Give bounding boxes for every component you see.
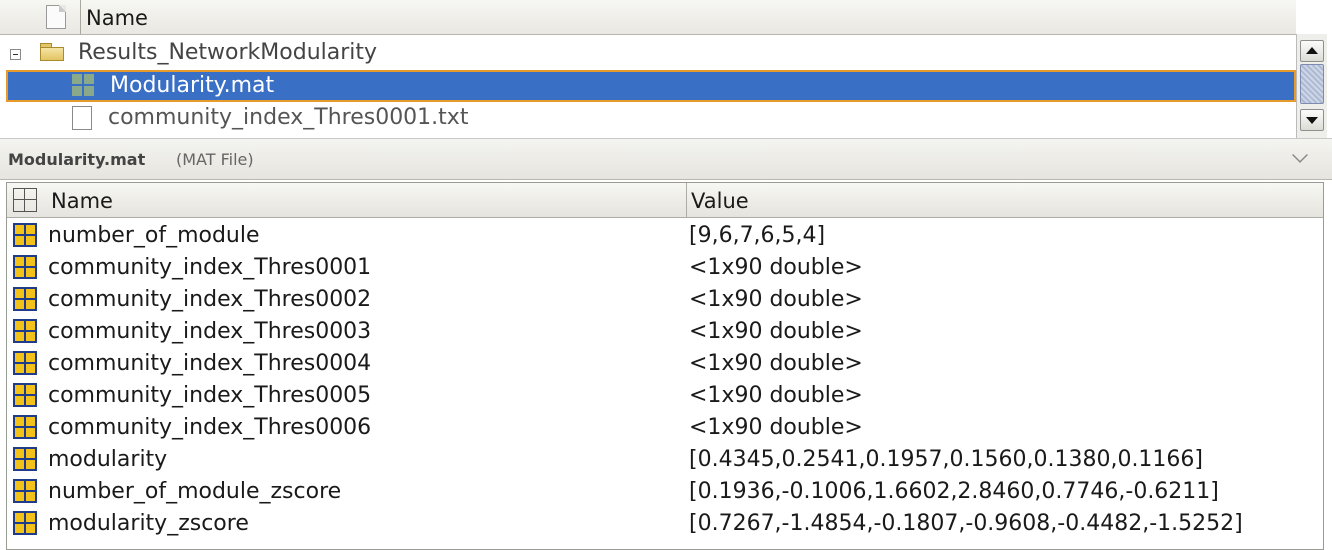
- tree-header-name-column[interactable]: Name: [86, 6, 148, 30]
- variable-name: number_of_module_zscore: [48, 479, 342, 504]
- tree-folder-row[interactable]: Results_NetworkModularity: [6, 37, 1296, 69]
- table-row[interactable]: community_index_Thres0004 <1x90 double>: [7, 348, 1323, 380]
- variable-value: <1x90 double>: [689, 415, 863, 440]
- text-file-icon: [72, 106, 92, 130]
- column-divider[interactable]: [686, 183, 687, 217]
- table-row[interactable]: community_index_Thres0006 <1x90 double>: [7, 412, 1323, 444]
- variable-value: <1x90 double>: [689, 255, 863, 280]
- tree-header: Name: [0, 0, 1296, 35]
- variable-value: [0.7267,-1.4854,-0.1807,-0.9608,-0.4482,…: [689, 511, 1243, 536]
- variable-value: [0.1936,-0.1006,1.6602,2.8460,0.7746,-0.…: [689, 479, 1219, 504]
- details-title: Modularity.mat: [8, 150, 146, 169]
- variable-icon: [13, 447, 37, 471]
- variable-icon: [13, 255, 37, 279]
- scroll-down-button[interactable]: [1300, 109, 1324, 131]
- table-row[interactable]: number_of_module_zscore [0.1936,-0.1006,…: [7, 476, 1323, 508]
- variable-name: number_of_module: [48, 223, 260, 248]
- file-tree-panel: Name Results_NetworkModularity Modularit…: [0, 0, 1332, 139]
- variable-icon: [13, 479, 37, 503]
- tree-header-icon-column[interactable]: [0, 0, 81, 34]
- table-row[interactable]: number_of_module [9,6,7,6,5,4]: [7, 220, 1323, 252]
- variable-icon: [13, 287, 37, 311]
- variable-name: modularity_zscore: [48, 511, 249, 536]
- table-row[interactable]: community_index_Thres0005 <1x90 double>: [7, 380, 1323, 412]
- tree-file-row-selected[interactable]: Modularity.mat: [6, 70, 1296, 102]
- variable-value: <1x90 double>: [689, 351, 863, 376]
- table-grid-icon[interactable]: [13, 188, 37, 212]
- file-label: Modularity.mat: [110, 73, 275, 98]
- collapse-toggle-icon[interactable]: [10, 49, 21, 60]
- variable-value: [0.4345,0.2541,0.1957,0.1560,0.1380,0.11…: [689, 447, 1204, 472]
- variable-name: community_index_Thres0006: [48, 415, 372, 440]
- details-file-type: (MAT File): [176, 150, 254, 169]
- variable-value: <1x90 double>: [689, 383, 863, 408]
- variable-icon: [13, 511, 37, 535]
- table-row[interactable]: modularity_zscore [0.7267,-1.4854,-0.180…: [7, 508, 1323, 540]
- variable-name: community_index_Thres0004: [48, 351, 372, 376]
- column-header-value[interactable]: Value: [691, 189, 749, 213]
- file-icon: [46, 5, 66, 29]
- variable-name: community_index_Thres0001: [48, 255, 372, 280]
- file-label: community_index_Thres0001.txt: [108, 105, 469, 130]
- variable-name: community_index_Thres0002: [48, 287, 372, 312]
- tree-file-row[interactable]: community_index_Thres0001.txt: [6, 102, 1296, 134]
- variable-value: <1x90 double>: [689, 287, 863, 312]
- variable-name: community_index_Thres0005: [48, 383, 372, 408]
- variable-icon: [13, 415, 37, 439]
- variable-icon: [13, 319, 37, 343]
- folder-icon: [40, 43, 64, 61]
- column-header-name[interactable]: Name: [51, 189, 113, 213]
- details-bar: Modularity.mat (MAT File): [0, 139, 1332, 180]
- folder-label: Results_NetworkModularity: [78, 40, 378, 65]
- mat-file-icon: [72, 74, 94, 96]
- table-row[interactable]: community_index_Thres0001 <1x90 double>: [7, 252, 1323, 284]
- table-row[interactable]: modularity [0.4345,0.2541,0.1957,0.1560,…: [7, 444, 1323, 476]
- chevron-down-icon[interactable]: [1292, 147, 1308, 163]
- scroll-thumb[interactable]: [1300, 64, 1324, 104]
- variables-table: Name Value number_of_module [9,6,7,6,5,4…: [6, 182, 1324, 550]
- variable-icon: [13, 351, 37, 375]
- variable-name: modularity: [48, 447, 168, 472]
- variable-name: community_index_Thres0003: [48, 319, 372, 344]
- vertical-scrollbar[interactable]: [1296, 34, 1327, 138]
- variable-icon: [13, 383, 37, 407]
- table-header: Name Value: [7, 183, 1323, 218]
- table-row[interactable]: community_index_Thres0002 <1x90 double>: [7, 284, 1323, 316]
- variable-icon: [13, 223, 37, 247]
- scroll-up-button[interactable]: [1300, 40, 1324, 62]
- variable-value: <1x90 double>: [689, 319, 863, 344]
- variable-value: [9,6,7,6,5,4]: [689, 223, 826, 248]
- table-row[interactable]: community_index_Thres0003 <1x90 double>: [7, 316, 1323, 348]
